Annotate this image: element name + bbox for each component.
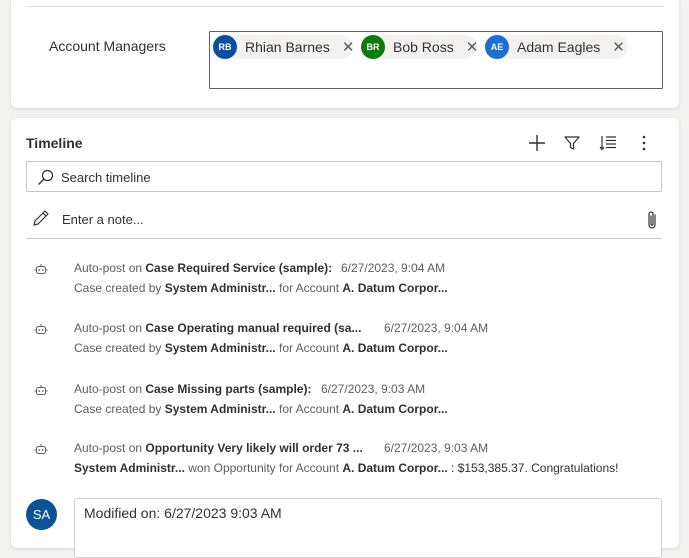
auto-post-icon — [34, 323, 48, 342]
post-text: : $153,385.37. Congratulations! — [447, 461, 619, 475]
post-account-link[interactable]: A. Datum Corpor... — [342, 402, 447, 416]
post-account-link[interactable]: A. Datum Corpor... — [342, 281, 447, 295]
post-subject[interactable]: Case Missing parts (sample): — [145, 382, 311, 396]
chip-rhian-barnes[interactable]: RB Rhian Barnes ✕ — [213, 35, 355, 59]
sort-list-icon[interactable] — [596, 131, 620, 155]
post-text: won Opportunity for Account — [184, 461, 343, 475]
post-timestamp: 6/27/2023, 9:04 AM — [384, 321, 489, 335]
avatar: RB — [213, 35, 237, 59]
post-subject[interactable]: Case Operating manual required (sa... — [145, 321, 361, 335]
filter-icon[interactable] — [560, 131, 584, 155]
chip-name[interactable]: Adam Eagles — [517, 39, 600, 55]
post-text: for Account — [275, 402, 343, 416]
enter-note-placeholder[interactable]: Enter a note... — [62, 212, 144, 227]
post-title: Auto-post on Opportunity Very likely wil… — [74, 441, 363, 455]
post-title: Auto-post on Case Required Service (samp… — [74, 261, 332, 275]
post-prefix: Auto-post on — [74, 261, 146, 275]
auto-post-icon — [34, 443, 48, 462]
timeline-post[interactable]: Auto-post on Case Missing parts (sample)… — [11, 379, 679, 427]
account-managers-lookup[interactable]: RB Rhian Barnes ✕ BR Bob Ross ✕ AE Adam … — [209, 31, 663, 89]
avatar: BR — [361, 35, 385, 59]
post-timestamp: 6/27/2023, 9:04 AM — [341, 261, 446, 275]
account-managers-label: Account Managers — [49, 38, 166, 54]
chip-name[interactable]: Bob Ross — [393, 39, 454, 55]
enter-note-bar[interactable]: Enter a note... — [26, 202, 662, 239]
post-description: Case created by System Administr... for … — [74, 281, 448, 295]
post-description: System Administr... won Opportunity for … — [74, 461, 619, 475]
chip-bob-ross[interactable]: BR Bob Ross ✕ — [361, 35, 479, 59]
post-text: Case created by — [74, 341, 165, 355]
post-subject[interactable]: Case Required Service (sample): — [145, 261, 332, 275]
post-prefix: Auto-post on — [74, 382, 146, 396]
search-timeline-box[interactable] — [26, 161, 662, 192]
post-title: Auto-post on Case Missing parts (sample)… — [74, 382, 311, 396]
avatar: SA — [26, 499, 57, 530]
remove-chip-icon[interactable]: ✕ — [342, 38, 355, 56]
remove-chip-icon[interactable]: ✕ — [466, 38, 479, 56]
post-account-link[interactable]: A. Datum Corpor... — [342, 341, 447, 355]
timeline-post[interactable]: Auto-post on Opportunity Very likely wil… — [11, 438, 679, 486]
post-prefix: Auto-post on — [74, 441, 146, 455]
more-icon[interactable] — [632, 131, 656, 155]
timeline-title: Timeline — [26, 135, 83, 151]
post-account-link[interactable]: A. Datum Corpor... — [342, 461, 447, 475]
chip-adam-eagles[interactable]: AE Adam Eagles ✕ — [485, 35, 628, 59]
post-title: Auto-post on Case Operating manual requi… — [74, 321, 361, 335]
post-user-link[interactable]: System Administr... — [165, 402, 276, 416]
timeline-post[interactable]: Auto-post on Case Required Service (samp… — [11, 258, 679, 306]
remove-chip-icon[interactable]: ✕ — [612, 38, 625, 56]
post-text: Case created by — [74, 281, 165, 295]
avatar: AE — [485, 35, 509, 59]
post-user-link[interactable]: System Administr... — [165, 341, 276, 355]
timeline-post[interactable]: Auto-post on Case Operating manual requi… — [11, 318, 679, 366]
search-timeline-input[interactable] — [61, 167, 651, 187]
modified-on-text: Modified on: 6/27/2023 9:03 AM — [84, 505, 282, 521]
post-user-link[interactable]: System Administr... — [165, 281, 276, 295]
auto-post-icon — [34, 263, 48, 282]
attachment-icon[interactable] — [646, 210, 658, 235]
post-user-link[interactable]: System Administr... — [74, 461, 185, 475]
post-prefix: Auto-post on — [74, 321, 146, 335]
chip-name[interactable]: Rhian Barnes — [245, 39, 330, 55]
add-icon[interactable] — [525, 131, 549, 155]
post-timestamp: 6/27/2023, 9:03 AM — [384, 441, 489, 455]
post-subject[interactable]: Opportunity Very likely will order 73 ..… — [145, 441, 362, 455]
timeline-card: Timeline Enter a note... — [11, 118, 679, 558]
auto-post-icon — [34, 384, 48, 403]
post-text: for Account — [275, 341, 343, 355]
account-managers-card: Account Managers RB Rhian Barnes ✕ BR Bo… — [11, 0, 679, 108]
post-description: Case created by System Administr... for … — [74, 341, 448, 355]
divider — [26, 6, 664, 7]
post-text: Case created by — [74, 402, 165, 416]
modified-post-card[interactable]: Modified on: 6/27/2023 9:03 AM — [74, 498, 662, 558]
search-icon — [37, 169, 54, 191]
post-timestamp: 6/27/2023, 9:03 AM — [321, 382, 426, 396]
post-description: Case created by System Administr... for … — [74, 402, 448, 416]
pencil-icon — [32, 209, 50, 232]
post-text: for Account — [275, 281, 343, 295]
